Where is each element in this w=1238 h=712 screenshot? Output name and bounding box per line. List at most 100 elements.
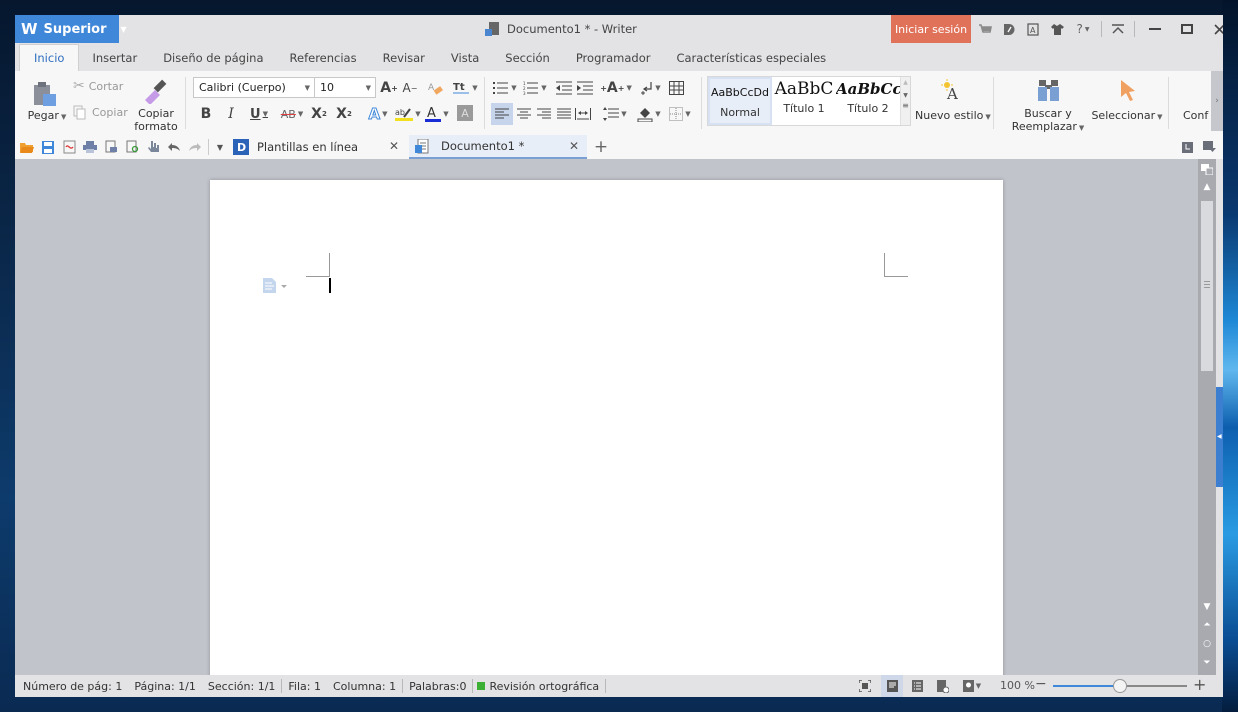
zoom-slider[interactable] bbox=[1053, 679, 1187, 693]
paragraph-mark-icon[interactable]: ▼ bbox=[639, 79, 663, 97]
vertical-scrollbar[interactable]: ▲ ▼ ⏶ ○ ⏷ bbox=[1198, 159, 1216, 675]
status-spellcheck[interactable]: Revisión ortográfica bbox=[485, 680, 605, 693]
collapse-ribbon-icon[interactable] bbox=[1106, 15, 1130, 43]
paste-button[interactable]: Pegar ▼ bbox=[23, 75, 67, 131]
subscript-button[interactable]: X2 bbox=[334, 103, 354, 125]
minimize-button[interactable] bbox=[1139, 15, 1171, 43]
tab-caracteristicas-especiales[interactable]: Características especiales bbox=[663, 44, 839, 71]
align-right-button[interactable] bbox=[535, 103, 553, 125]
text-effect-color-icon[interactable]: A ▼ bbox=[364, 103, 392, 125]
font-size-select[interactable]: 10 ▼ bbox=[314, 77, 376, 98]
split-view-icon[interactable] bbox=[1198, 161, 1216, 177]
zoom-out-button[interactable]: − bbox=[1035, 676, 1047, 692]
tab-inicio[interactable]: Inicio bbox=[19, 44, 80, 71]
doc-tab-documento1[interactable]: Documento1 * ✕ bbox=[409, 135, 587, 159]
window-menu-icon[interactable] bbox=[1201, 139, 1217, 155]
strikethrough-button[interactable]: AB ▼ bbox=[275, 103, 309, 125]
preview-icon[interactable] bbox=[124, 139, 140, 155]
italic-button[interactable]: I bbox=[222, 103, 240, 125]
highlight-icon[interactable]: ab ▼ bbox=[393, 103, 423, 125]
font-name-select[interactable]: Calibri (Cuerpo) ▼ bbox=[193, 77, 315, 98]
format-painter-button[interactable]: Copiar formato bbox=[133, 75, 179, 133]
login-button[interactable]: Iniciar sesión bbox=[891, 15, 971, 43]
scrollbar-thumb[interactable] bbox=[1201, 201, 1213, 371]
close-tab-icon[interactable]: ✕ bbox=[569, 139, 579, 153]
borders-icon[interactable]: ▼ bbox=[666, 103, 694, 125]
grow-font-icon[interactable]: A + bbox=[379, 77, 399, 99]
align-left-button[interactable] bbox=[491, 103, 513, 125]
zoom-in-button[interactable]: + bbox=[1193, 675, 1206, 694]
change-case-icon[interactable]: + A + ▼ bbox=[600, 77, 632, 99]
tab-diseno-de-pagina[interactable]: Diseño de página bbox=[150, 44, 276, 71]
export-pdf-icon[interactable] bbox=[61, 139, 77, 155]
scroll-down-icon[interactable]: ▼ bbox=[1198, 599, 1216, 615]
scroll-up-icon[interactable]: ▲ bbox=[901, 79, 910, 86]
tab-vista[interactable]: Vista bbox=[438, 44, 492, 71]
scroll-down-icon[interactable]: ▼ bbox=[901, 92, 910, 99]
justify-button[interactable] bbox=[555, 103, 573, 125]
help-icon[interactable]: ? ▼ bbox=[1069, 15, 1097, 43]
clear-format-icon[interactable]: A bbox=[425, 77, 445, 99]
decrease-indent-icon[interactable] bbox=[555, 79, 573, 97]
new-tab-button[interactable]: + bbox=[593, 137, 609, 157]
undo-icon[interactable] bbox=[166, 139, 182, 155]
tab-referencias[interactable]: Referencias bbox=[277, 44, 370, 71]
zoom-level[interactable]: 100 % bbox=[1000, 679, 1035, 692]
zoom-slider-handle[interactable] bbox=[1113, 679, 1127, 693]
styles-gallery-scroll[interactable]: ▲ ▼ ≡ bbox=[900, 77, 910, 125]
bullets-icon[interactable]: ▼ bbox=[491, 79, 519, 97]
document-a-icon[interactable]: A bbox=[1021, 15, 1045, 43]
browse-object-icon[interactable]: ○ bbox=[1198, 636, 1216, 652]
doc-tab-plantillas[interactable]: D Plantillas en línea ✕ bbox=[231, 135, 405, 159]
overflow-button-label[interactable]: Conf bbox=[1183, 109, 1208, 122]
hand-tool-icon[interactable] bbox=[145, 139, 161, 155]
status-page[interactable]: Página: 1/1 bbox=[128, 680, 202, 693]
ribbon-scroll-right-button[interactable]: › bbox=[1211, 71, 1223, 131]
increase-indent-icon[interactable] bbox=[576, 79, 594, 97]
outline-view-icon[interactable] bbox=[908, 678, 926, 694]
status-words[interactable]: Palabras:0 bbox=[403, 680, 472, 693]
history-icon[interactable] bbox=[1179, 139, 1195, 155]
character-shading-icon[interactable]: A bbox=[457, 105, 473, 121]
page-view-icon[interactable] bbox=[881, 675, 903, 697]
web-view-icon[interactable] bbox=[934, 678, 952, 694]
tab-revisar[interactable]: Revisar bbox=[370, 44, 438, 71]
side-panel-toggle[interactable]: ◀ bbox=[1216, 387, 1223, 487]
copy-button[interactable]: Copiar bbox=[73, 105, 128, 120]
shrink-font-icon[interactable]: A − bbox=[400, 77, 420, 99]
document-canvas[interactable] bbox=[15, 159, 1198, 675]
bold-button[interactable]: B bbox=[197, 103, 215, 125]
shading-icon[interactable]: ▼ bbox=[635, 103, 663, 125]
previous-page-icon[interactable]: ⏶ bbox=[1198, 617, 1216, 633]
style-normal[interactable]: AaBbCcDd Normal bbox=[708, 77, 772, 125]
select-button[interactable]: Seleccionar ▼ bbox=[1089, 75, 1165, 131]
reading-mode-icon[interactable]: ▼ bbox=[959, 678, 985, 694]
new-style-button[interactable]: A Nuevo estilo ▼ bbox=[915, 75, 991, 131]
next-page-icon[interactable]: ⏷ bbox=[1198, 655, 1216, 671]
tab-insertar[interactable]: Insertar bbox=[79, 44, 150, 71]
document-page[interactable] bbox=[210, 180, 1003, 675]
open-folder-icon[interactable] bbox=[19, 139, 35, 155]
print-preview-icon[interactable] bbox=[103, 139, 119, 155]
customize-toolbar-icon[interactable]: ▼ bbox=[212, 139, 228, 155]
maximize-button[interactable] bbox=[1171, 15, 1203, 43]
paragraph-layout-icon[interactable] bbox=[263, 278, 291, 294]
superscript-button[interactable]: X2 bbox=[309, 103, 329, 125]
skin-icon[interactable] bbox=[997, 15, 1021, 43]
font-color-icon[interactable]: A ▼ bbox=[423, 103, 451, 125]
print-icon[interactable] bbox=[82, 139, 98, 155]
close-button[interactable] bbox=[1203, 15, 1223, 43]
tshirt-icon[interactable] bbox=[1045, 15, 1069, 43]
scroll-up-icon[interactable]: ▲ bbox=[1198, 179, 1216, 195]
align-center-button[interactable] bbox=[515, 103, 533, 125]
cart-icon[interactable] bbox=[973, 15, 997, 43]
cut-button[interactable]: ✂ Cortar bbox=[73, 78, 123, 94]
style-titulo-2[interactable]: AaBbCc Título 2 bbox=[836, 77, 900, 125]
tab-seccion[interactable]: Sección bbox=[492, 44, 563, 71]
style-titulo-1[interactable]: AaBbC Título 1 bbox=[772, 77, 836, 125]
underline-button[interactable]: U ▼ bbox=[245, 103, 273, 125]
save-icon[interactable] bbox=[40, 139, 56, 155]
table-icon[interactable] bbox=[667, 79, 685, 97]
line-spacing-icon[interactable]: ▼ bbox=[601, 103, 629, 125]
tab-programador[interactable]: Programador bbox=[563, 44, 664, 71]
